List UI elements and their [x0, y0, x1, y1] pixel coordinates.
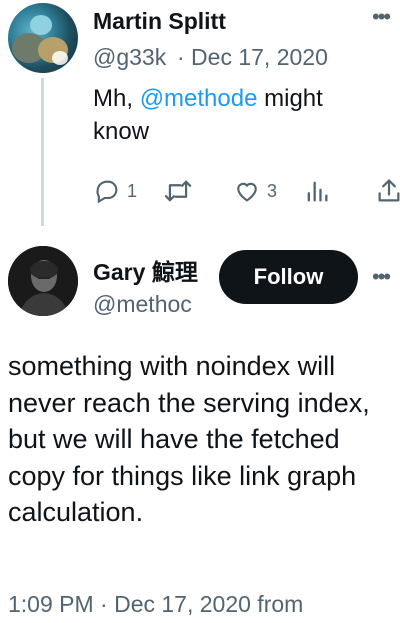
like-button[interactable]: 3: [233, 176, 277, 206]
thread-line: [41, 78, 44, 226]
retweet-button[interactable]: [163, 176, 193, 206]
tweet-text: something with noindex will never reach …: [8, 351, 370, 527]
tweet-date[interactable]: · Dec 17, 2020: [177, 44, 328, 71]
avatar[interactable]: [8, 3, 78, 73]
mention-link[interactable]: @methode: [140, 85, 258, 112]
author-name[interactable]: Martin Splitt: [93, 8, 226, 35]
reply-text-start: Mh,: [93, 85, 140, 112]
like-count: 3: [267, 180, 278, 201]
main-tweet: Gary 鯨理 @methoc Follow ••• something wit…: [0, 240, 400, 623]
tweet-timestamp[interactable]: 1:09 PM · Dec 17, 2020 from: [8, 591, 303, 618]
share-button[interactable]: [375, 176, 400, 206]
ellipsis-icon[interactable]: •••: [372, 4, 391, 30]
avatar[interactable]: [8, 246, 78, 316]
author-handle[interactable]: @methoc: [93, 291, 205, 318]
author-handle[interactable]: @g33k: [93, 44, 173, 71]
follow-button[interactable]: Follow: [219, 250, 358, 304]
heart-icon: [233, 177, 261, 205]
reply-count: 1: [127, 180, 138, 201]
reply-icon: [93, 177, 121, 205]
analytics-icon: [303, 177, 331, 205]
reply-button[interactable]: 1: [93, 176, 137, 206]
views-button[interactable]: [303, 176, 331, 206]
reply-tweet: Martin Splitt ••• @g33k · Dec 17, 2020 M…: [0, 0, 400, 240]
author-name[interactable]: Gary 鯨理: [93, 253, 198, 287]
tweet-actions: 1 3: [93, 176, 400, 206]
reply-text: Mh, @methode might know: [93, 82, 383, 148]
retweet-icon: [163, 177, 193, 205]
share-icon: [375, 177, 400, 205]
ellipsis-icon[interactable]: •••: [372, 264, 391, 290]
